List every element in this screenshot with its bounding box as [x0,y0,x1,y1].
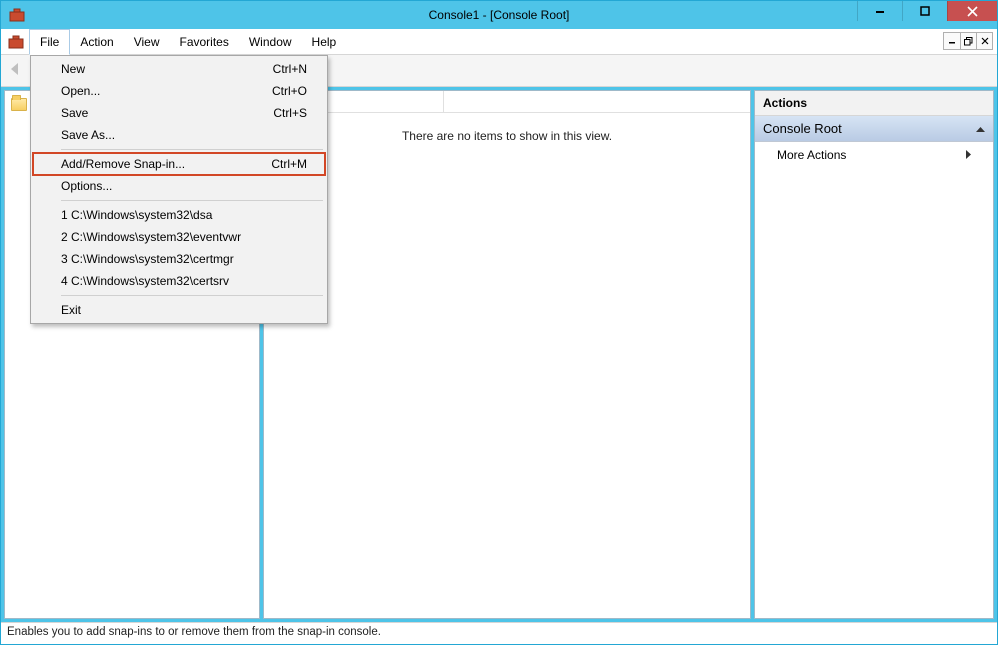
menu-window[interactable]: Window [239,29,302,54]
back-button[interactable] [7,60,25,81]
mdi-close-button[interactable] [976,33,992,49]
menu-item-label: 3 C:\Windows\system32\certmgr [61,252,234,266]
menu-item-label: 4 C:\Windows\system32\certsrv [61,274,229,288]
menu-item-label: Save [61,106,88,120]
menu-item-new[interactable]: New Ctrl+N [33,58,325,80]
app-icon [7,5,27,25]
menubar: File Action View Favorites Window Help [1,29,997,55]
menu-item-shortcut: Ctrl+N [273,62,307,76]
menu-view[interactable]: View [124,29,170,54]
menu-item-options[interactable]: Options... [33,175,325,197]
menu-item-open[interactable]: Open... Ctrl+O [33,80,325,102]
menu-item-label: New [61,62,85,76]
menu-item-label: Save As... [61,128,115,142]
titlebar[interactable]: Console1 - [Console Root] [1,1,997,29]
mdi-minimize-button[interactable] [944,33,960,49]
menu-item-exit[interactable]: Exit [33,299,325,321]
menu-action[interactable]: Action [70,29,123,54]
menu-item-recent-2[interactable]: 2 C:\Windows\system32\eventvwr [33,226,325,248]
menu-separator [61,200,323,201]
menu-item-save-as[interactable]: Save As... [33,124,325,146]
mdi-restore-button[interactable] [960,33,976,49]
menu-item-add-remove-snapin[interactable]: Add/Remove Snap-in... Ctrl+M [33,153,325,175]
menu-item-shortcut: Ctrl+O [272,84,307,98]
mdi-controls [943,32,993,50]
file-menu-dropdown: New Ctrl+N Open... Ctrl+O Save Ctrl+S Sa… [30,55,328,324]
chevron-right-icon [966,148,971,162]
statusbar: Enables you to add snap-ins to or remove… [1,622,997,644]
menu-item-recent-3[interactable]: 3 C:\Windows\system32\certmgr [33,248,325,270]
actions-section-label: Console Root [763,121,842,136]
menu-item-label: Options... [61,179,112,193]
menu-help[interactable]: Help [302,29,347,54]
menu-item-label: 2 C:\Windows\system32\eventvwr [61,230,241,244]
mmc-icon [5,29,27,54]
window-controls [857,1,997,29]
menu-item-recent-1[interactable]: 1 C:\Windows\system32\dsa [33,204,325,226]
folder-icon [11,98,27,111]
collapse-icon [976,121,985,136]
menu-item-shortcut: Ctrl+S [273,106,307,120]
actions-pane-title: Actions [755,91,993,116]
menu-item-recent-4[interactable]: 4 C:\Windows\system32\certsrv [33,270,325,292]
menu-item-label: Add/Remove Snap-in... [61,157,185,171]
menu-item-label: Exit [61,303,81,317]
menu-separator [61,295,323,296]
actions-pane: Actions Console Root More Actions [754,90,994,619]
menu-favorites[interactable]: Favorites [170,29,239,54]
list-header[interactable] [264,91,750,113]
menu-item-label: Open... [61,84,100,98]
empty-message: There are no items to show in this view. [264,113,750,618]
close-button[interactable] [947,1,997,21]
menu-item-label: 1 C:\Windows\system32\dsa [61,208,212,222]
menu-item-save[interactable]: Save Ctrl+S [33,102,325,124]
menu-separator [61,149,323,150]
main-pane[interactable]: There are no items to show in this view. [263,90,751,619]
more-actions-link[interactable]: More Actions [755,142,993,168]
statusbar-text: Enables you to add snap-ins to or remove… [7,626,381,638]
maximize-button[interactable] [902,1,947,21]
menu-file[interactable]: File [29,29,70,55]
menu-item-shortcut: Ctrl+M [271,157,307,171]
actions-section-header[interactable]: Console Root [755,116,993,142]
window-title: Console1 - [Console Root] [1,8,997,22]
more-actions-label: More Actions [777,148,846,162]
minimize-button[interactable] [857,1,902,21]
